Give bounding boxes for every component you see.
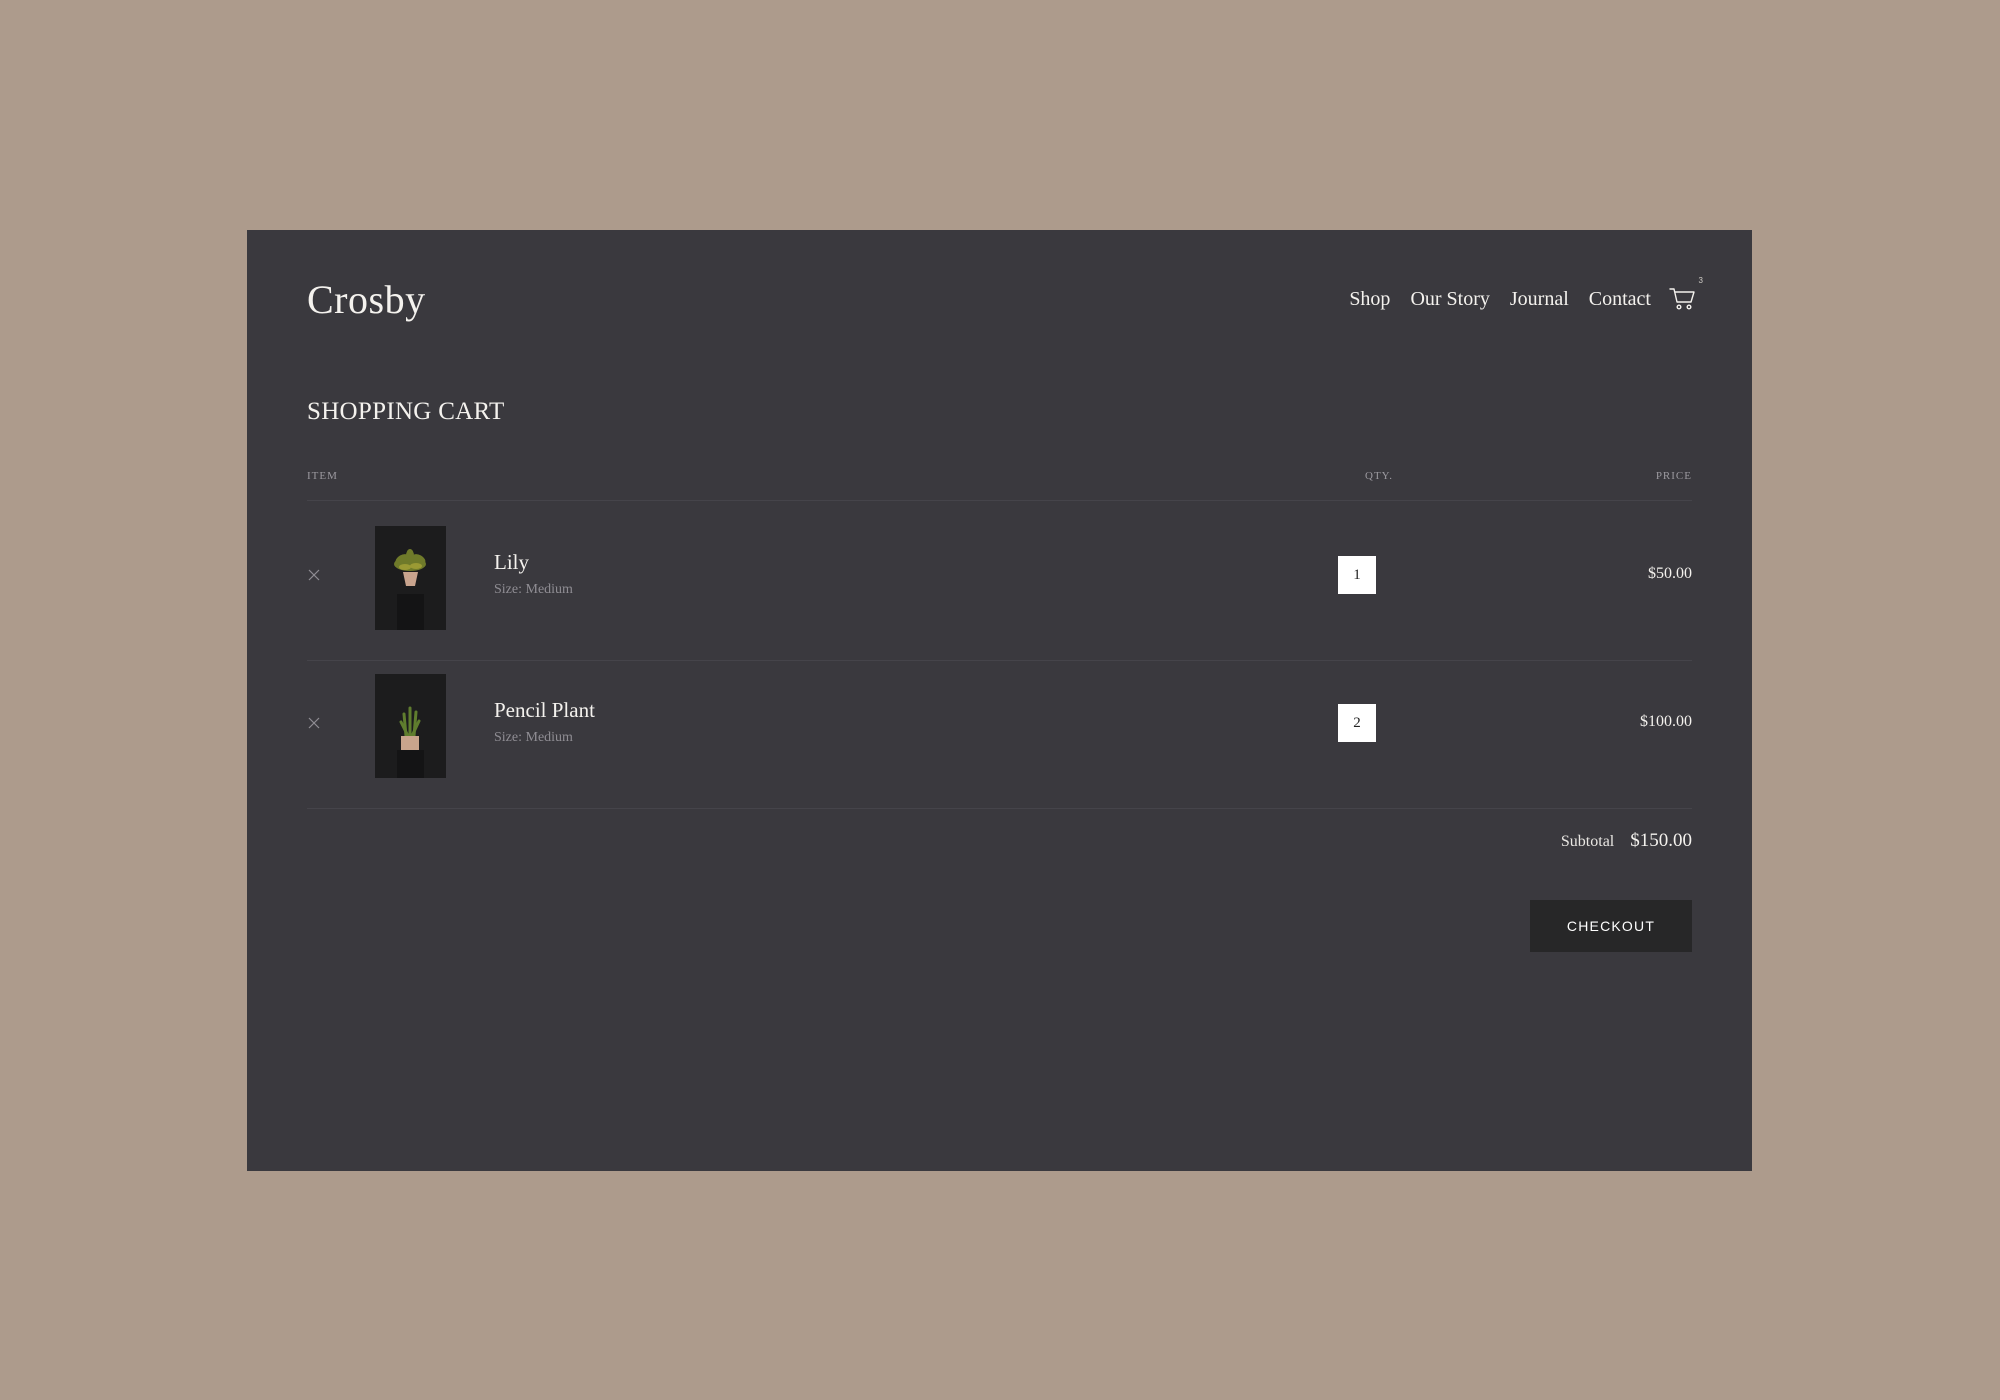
- product-price: $100.00: [1640, 713, 1692, 730]
- cart-row: Pencil Plant Size: Medium $100.00: [307, 660, 1692, 808]
- nav-link-journal[interactable]: Journal: [1510, 288, 1569, 311]
- column-header-price: PRICE: [1655, 470, 1692, 482]
- cart-count-badge: 3: [1698, 276, 1703, 285]
- nav-link-contact[interactable]: Contact: [1589, 288, 1651, 311]
- cart-icon[interactable]: 3: [1669, 276, 1703, 312]
- subtotal-label: Subtotal: [1560, 833, 1615, 850]
- product-name[interactable]: Lily: [494, 550, 529, 575]
- brand-logo[interactable]: Crosby: [307, 276, 426, 323]
- column-header-item: ITEM: [307, 470, 338, 482]
- remove-item-icon[interactable]: [307, 568, 321, 582]
- nav-link-our-story[interactable]: Our Story: [1410, 288, 1489, 311]
- product-thumbnail[interactable]: [375, 674, 446, 778]
- main-nav: Shop Our Story Journal Contact 3: [1329, 276, 1703, 312]
- product-size: Size: Medium: [494, 730, 573, 745]
- product-price: $50.00: [1648, 565, 1692, 582]
- table-divider: [307, 500, 1692, 501]
- product-size: Size: Medium: [494, 582, 573, 597]
- quantity-input[interactable]: [1338, 704, 1376, 742]
- remove-item-icon[interactable]: [307, 716, 321, 730]
- nav-link-shop[interactable]: Shop: [1349, 288, 1390, 311]
- table-divider: [307, 808, 1692, 809]
- product-thumbnail[interactable]: [375, 526, 446, 630]
- cart-row: Lily Size: Medium $50.00: [307, 512, 1692, 660]
- subtotal-value: $150.00: [1630, 830, 1692, 851]
- page-title: SHOPPING CART: [307, 398, 505, 425]
- quantity-input[interactable]: [1338, 556, 1376, 594]
- column-header-qty: QTY.: [1365, 470, 1393, 482]
- product-name[interactable]: Pencil Plant: [494, 698, 595, 723]
- subtotal: Subtotal $150.00: [1561, 830, 1692, 852]
- checkout-button[interactable]: CHECKOUT: [1530, 900, 1692, 952]
- cart-page-panel: Crosby Shop Our Story Journal Contact 3 …: [247, 230, 1752, 1171]
